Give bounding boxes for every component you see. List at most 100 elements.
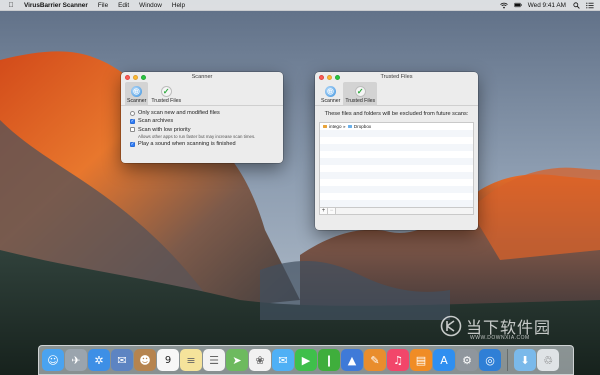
list-edit-buttons: + − [319, 208, 474, 215]
dock-item-calendar-icon[interactable]: 9 [157, 349, 179, 371]
radio-button[interactable] [130, 110, 135, 116]
calendar-icon: 9 [164, 354, 172, 366]
zoom-button[interactable] [335, 74, 340, 80]
menu-edit[interactable]: Edit [118, 2, 129, 9]
option-label: Play a sound when scanning is finished [138, 141, 236, 148]
watermark-logo-icon [440, 315, 462, 337]
option-label: Only scan new and modified files [138, 110, 220, 116]
photos-icon: ❀ [255, 353, 265, 367]
trash-icon: ♲ [543, 353, 553, 367]
dock-item-rocket-icon[interactable]: ✈ [65, 349, 87, 371]
remove-button[interactable]: − [328, 208, 336, 214]
dock-item-photo-stamp-icon[interactable]: ✉ [111, 349, 133, 371]
dock-item-music-icon[interactable]: ♫ [387, 349, 409, 371]
dock-item-finder-icon[interactable]: ☺ [42, 349, 64, 371]
dock-item-download-folder-icon[interactable]: ⬇ [514, 349, 536, 371]
rocket-icon: ✈ [71, 353, 81, 367]
spotlight-search-icon[interactable] [572, 1, 580, 9]
tab-scanner[interactable]: Scanner [125, 82, 149, 106]
checkbox-checked[interactable]: ✓ [130, 118, 135, 124]
dock-item-notes-icon[interactable]: ≡ [180, 349, 202, 371]
menu-file[interactable]: File [98, 2, 108, 9]
dock-item-books-icon[interactable]: ▤ [410, 349, 432, 371]
dock-item-trash-icon[interactable]: ♲ [537, 349, 559, 371]
option-description: Allows other apps to run faster but may … [138, 133, 256, 139]
tab-label: Scanner [127, 98, 147, 104]
close-button[interactable] [125, 74, 130, 80]
option-scan-archives[interactable]: ✓ Scan archives [130, 118, 283, 124]
dock-item-numbers-icon[interactable]: ❙ [318, 349, 340, 371]
checkbox-checked[interactable]: ✓ [130, 141, 135, 147]
dock-item-compass-icon[interactable]: ✲ [88, 349, 110, 371]
dock-item-reminders-icon[interactable]: ☰ [203, 349, 225, 371]
dock-item-messages-icon[interactable]: ✉ [272, 349, 294, 371]
menu-help[interactable]: Help [172, 2, 185, 9]
home-folder-icon [323, 124, 327, 129]
battery-icon[interactable] [513, 1, 522, 9]
list-row-empty [320, 179, 473, 186]
checkbox-unchecked[interactable] [130, 127, 135, 133]
contacts-icon: ☻ [139, 353, 151, 367]
list-row-empty [320, 130, 473, 137]
close-button[interactable] [319, 74, 324, 80]
folder-icon [347, 124, 352, 129]
list-row-empty [320, 144, 473, 151]
tab-label: Trusted Files [345, 98, 376, 104]
dock-item-app-store-icon[interactable]: A [433, 349, 455, 371]
option-play-sound[interactable]: ✓ Play a sound when scanning is finished [130, 141, 283, 147]
dock-item-photos-icon[interactable]: ❀ [249, 349, 271, 371]
zoom-button[interactable] [141, 74, 146, 80]
dock-item-keynote-icon[interactable]: ▲ [341, 349, 363, 371]
dock-item-pages-icon[interactable]: ✎ [364, 349, 386, 371]
trusted-files-description: These files and folders will be excluded… [324, 111, 469, 117]
add-button[interactable]: + [320, 208, 328, 214]
tab-label: Trusted Files [151, 98, 182, 104]
app-menu[interactable]: VirusBarrier Scanner [24, 2, 88, 9]
notification-center-icon[interactable] [586, 1, 594, 9]
dock-item-contacts-icon[interactable]: ☻ [134, 349, 156, 371]
list-item[interactable]: intego ▸ Dropbox [320, 123, 473, 130]
list-row-empty [320, 193, 473, 200]
tab-trusted-files[interactable]: ✓ Trusted Files [343, 82, 378, 106]
window-controls [319, 74, 340, 80]
books-icon: ▤ [415, 353, 427, 367]
pages-icon: ✎ [370, 353, 380, 367]
notes-icon: ≡ [186, 353, 196, 367]
list-row-empty [320, 172, 473, 179]
menu-window[interactable]: Window [139, 2, 162, 9]
scanner-titlebar[interactable]: Scanner [121, 72, 283, 82]
facetime-icon: ▶ [301, 353, 311, 367]
trusted-files-titlebar[interactable]: Trusted Files [315, 72, 478, 82]
option-low-priority[interactable]: Scan with low priority Allows other apps… [130, 127, 283, 139]
minimize-button[interactable] [327, 74, 332, 80]
tab-trusted-files[interactable]: ✓ Trusted Files [149, 82, 183, 106]
checkmark-icon: ✓ [160, 85, 172, 97]
wifi-icon[interactable] [499, 1, 508, 9]
list-row-empty [320, 200, 473, 207]
trusted-files-window: Trusted Files Scanner ✓ Trusted Files Th… [315, 72, 478, 230]
dock-item-facetime-icon[interactable]: ▶ [295, 349, 317, 371]
dock-item-gear-icon[interactable]: ⚙ [456, 349, 478, 371]
apple-menu-icon[interactable]:  [6, 2, 16, 9]
scanner-settings: Only scan new and modified files ✓ Scan … [121, 106, 283, 147]
menu-clock[interactable]: Wed 9:41 AM [528, 2, 566, 9]
menu-bar-extras: Wed 9:41 AM [499, 1, 600, 9]
menu-bar:  VirusBarrier Scanner File Edit Window … [0, 0, 600, 11]
photo-stamp-icon: ✉ [117, 353, 127, 367]
tab-scanner[interactable]: Scanner [319, 82, 342, 106]
preferences-toolbar: Scanner ✓ Trusted Files [121, 82, 283, 106]
scanner-icon [131, 85, 143, 97]
minimize-button[interactable] [133, 74, 138, 80]
window-controls [125, 74, 146, 80]
list-row-empty [320, 158, 473, 165]
window-title: Scanner [191, 74, 213, 80]
option-label: Scan archives [138, 118, 174, 125]
scanner-icon: ◎ [485, 353, 495, 367]
dock-item-scanner-icon[interactable]: ◎ [479, 349, 501, 371]
download-folder-icon: ⬇ [520, 353, 530, 367]
trusted-files-list[interactable]: intego ▸ Dropbox [319, 122, 474, 208]
finder-icon: ☺ [47, 353, 59, 367]
option-only-new-modified[interactable]: Only scan new and modified files [130, 110, 283, 116]
list-row-empty [320, 165, 473, 172]
dock-item-maps-icon[interactable]: ➤ [226, 349, 248, 371]
